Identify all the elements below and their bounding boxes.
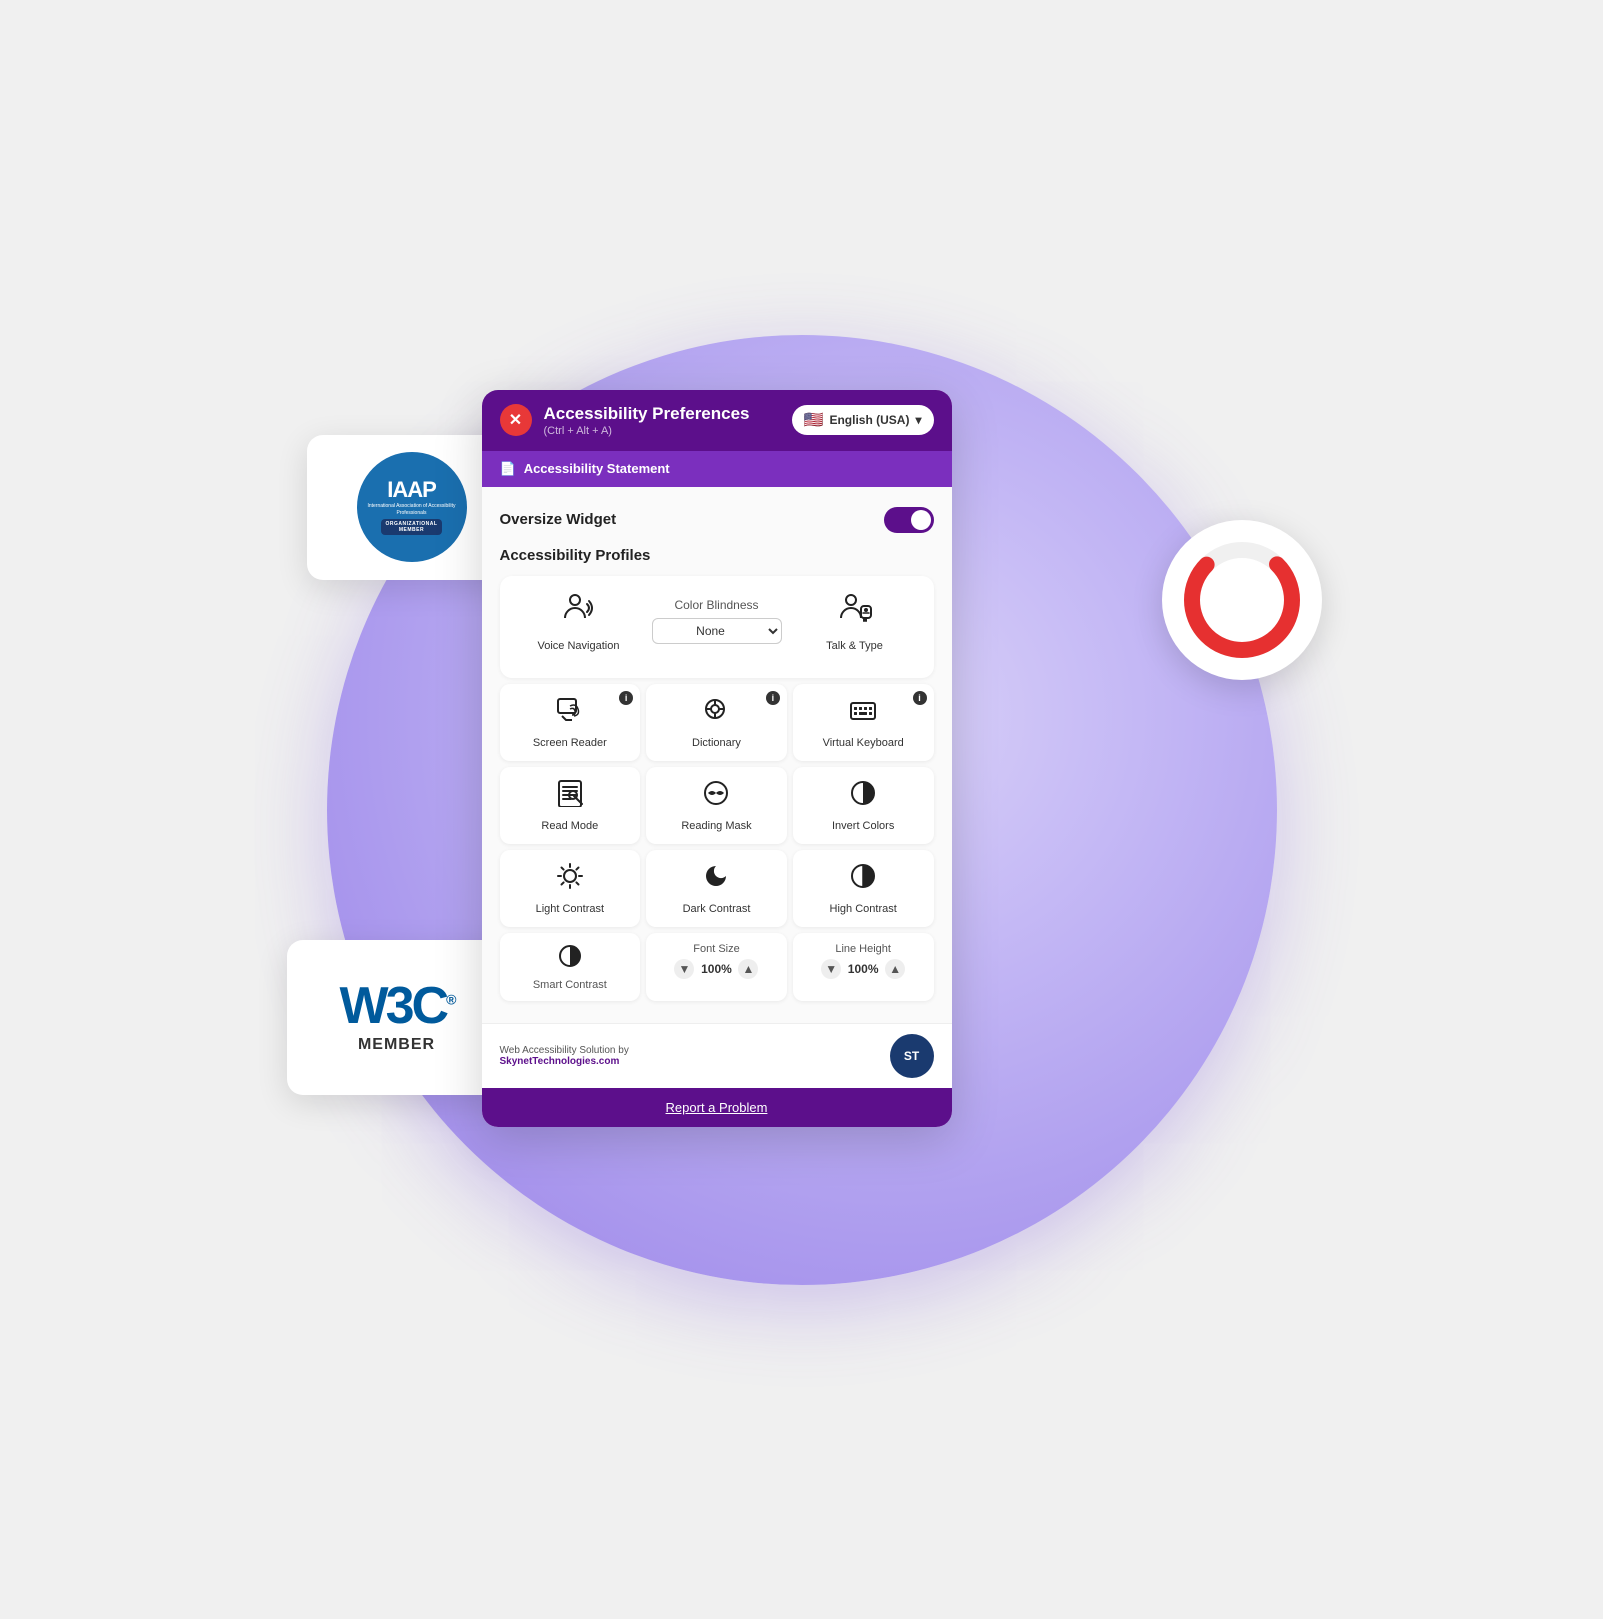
panel-body: Oversize Widget Accessibility Profiles [482, 487, 952, 1023]
voice-navigation-label: Voice Navigation [538, 640, 620, 652]
dictionary-info[interactable]: i [766, 691, 780, 705]
report-bar[interactable]: Report a Problem [482, 1088, 952, 1127]
dark-contrast-button[interactable]: Dark Contrast [646, 850, 787, 927]
line-height-label: Line Height [835, 943, 891, 955]
panel-shortcut: (Ctrl + Alt + A) [544, 425, 750, 437]
read-mode-button[interactable]: Read Mode [500, 767, 641, 844]
profiles-top-row: Voice Navigation Color Blindness None Pr… [514, 590, 920, 652]
statement-label: Accessibility Statement [524, 461, 670, 476]
feature-grid: i Screen Reader i [500, 684, 934, 927]
talk-type-label: Talk & Type [826, 640, 883, 652]
iaap-logo: IAAP [387, 479, 436, 501]
font-size-value: 100% [698, 962, 734, 976]
talk-type-item[interactable]: Talk & Type [790, 590, 920, 652]
line-height-item: Line Height ▼ 100% ▲ [793, 933, 934, 1001]
color-blindness-select[interactable]: None Protanopia Deuteranopia Tritanopia [652, 618, 782, 644]
high-contrast-icon [849, 862, 877, 897]
statement-bar[interactable]: 📄 Accessibility Statement [482, 451, 952, 487]
reading-mask-label: Reading Mask [681, 820, 751, 832]
light-contrast-label: Light Contrast [536, 903, 604, 915]
screen-reader-icon [556, 696, 584, 731]
font-size-controls: ▼ 100% ▲ [674, 959, 758, 979]
footer-line1: Web Accessibility Solution by [500, 1045, 629, 1056]
dictionary-button[interactable]: i Dictionary [646, 684, 787, 761]
iaap-subtitle: International Association of Accessibili… [357, 503, 467, 516]
panel-header: ✕ Accessibility Preferences (Ctrl + Alt … [482, 390, 952, 451]
dark-contrast-label: Dark Contrast [683, 903, 751, 915]
donut-chart [1177, 535, 1307, 665]
w3c-card: W3C® MEMBER [287, 940, 507, 1095]
panel-title: Accessibility Preferences [544, 404, 750, 424]
talk-type-icon [837, 590, 873, 634]
color-blindness-item: Color Blindness None Protanopia Deuteran… [652, 598, 782, 644]
invert-colors-icon [849, 779, 877, 814]
smart-contrast-label: Smart Contrast [533, 979, 607, 991]
header-left: ✕ Accessibility Preferences (Ctrl + Alt … [500, 404, 750, 437]
line-height-value: 100% [845, 962, 881, 976]
line-height-decrease[interactable]: ▼ [821, 959, 841, 979]
reading-mask-button[interactable]: Reading Mask [646, 767, 787, 844]
dictionary-label: Dictionary [692, 737, 741, 749]
screen-reader-info[interactable]: i [619, 691, 633, 705]
smart-contrast-item[interactable]: Smart Contrast [500, 933, 641, 1001]
font-size-item: Font Size ▼ 100% ▲ [646, 933, 787, 1001]
bottom-row: Smart Contrast Font Size ▼ 100% ▲ Line H… [500, 933, 934, 1001]
high-contrast-button[interactable]: High Contrast [793, 850, 934, 927]
screen-reader-button[interactable]: i Screen Reader [500, 684, 641, 761]
statement-icon: 📄 [500, 461, 516, 477]
chevron-down-icon: ▾ [915, 413, 921, 427]
language-label: English (USA) [829, 413, 909, 427]
w3c-logo: W3C® [340, 980, 454, 1032]
dark-contrast-icon [702, 862, 730, 897]
line-height-controls: ▼ 100% ▲ [821, 959, 905, 979]
oversize-row: Oversize Widget [500, 503, 934, 537]
panel-footer: Web Accessibility Solution by SkynetTech… [482, 1023, 952, 1088]
oversize-label: Oversize Widget [500, 511, 617, 528]
invert-colors-button[interactable]: Invert Colors [793, 767, 934, 844]
screen-reader-label: Screen Reader [533, 737, 607, 749]
footer-text-block: Web Accessibility Solution by SkynetTech… [500, 1045, 629, 1067]
voice-navigation-icon [561, 590, 597, 634]
font-size-label: Font Size [693, 943, 739, 955]
color-blindness-label: Color Blindness [674, 598, 758, 612]
language-button[interactable]: 🇺🇸 English (USA) ▾ [792, 405, 934, 435]
iaap-org: ORGANIZATIONAL MEMBER [381, 519, 443, 535]
invert-colors-label: Invert Colors [832, 820, 894, 832]
high-contrast-label: High Contrast [830, 903, 897, 915]
footer-link[interactable]: SkynetTechnologies.com [500, 1056, 620, 1067]
accessibility-panel: ✕ Accessibility Preferences (Ctrl + Alt … [482, 390, 952, 1127]
w3c-reg: ® [446, 992, 453, 1008]
profiles-label: Accessibility Profiles [500, 547, 934, 564]
flag-icon: 🇺🇸 [804, 410, 824, 430]
line-height-increase[interactable]: ▲ [885, 959, 905, 979]
voice-navigation-item[interactable]: Voice Navigation [514, 590, 644, 652]
virtual-keyboard-label: Virtual Keyboard [823, 737, 904, 749]
close-button[interactable]: ✕ [500, 404, 532, 436]
footer-line2: SkynetTechnologies.com [500, 1056, 629, 1067]
read-mode-label: Read Mode [541, 820, 598, 832]
read-mode-icon [556, 779, 584, 814]
donut-card [1162, 520, 1322, 680]
virtual-keyboard-icon [849, 696, 877, 731]
font-size-decrease[interactable]: ▼ [674, 959, 694, 979]
report-link[interactable]: Report a Problem [666, 1100, 768, 1115]
reading-mask-icon [702, 779, 730, 814]
w3c-member: MEMBER [358, 1036, 435, 1054]
footer-logo: ST [890, 1034, 934, 1078]
virtual-keyboard-button[interactable]: i Virtual Keyboard [793, 684, 934, 761]
virtual-keyboard-info[interactable]: i [913, 691, 927, 705]
profiles-section: Voice Navigation Color Blindness None Pr… [500, 576, 934, 678]
font-size-increase[interactable]: ▲ [738, 959, 758, 979]
header-title-block: Accessibility Preferences (Ctrl + Alt + … [544, 404, 750, 437]
smart-contrast-icon [557, 943, 583, 975]
light-contrast-button[interactable]: Light Contrast [500, 850, 641, 927]
light-contrast-icon [556, 862, 584, 897]
dictionary-icon [702, 696, 730, 731]
oversize-toggle[interactable] [884, 507, 934, 533]
